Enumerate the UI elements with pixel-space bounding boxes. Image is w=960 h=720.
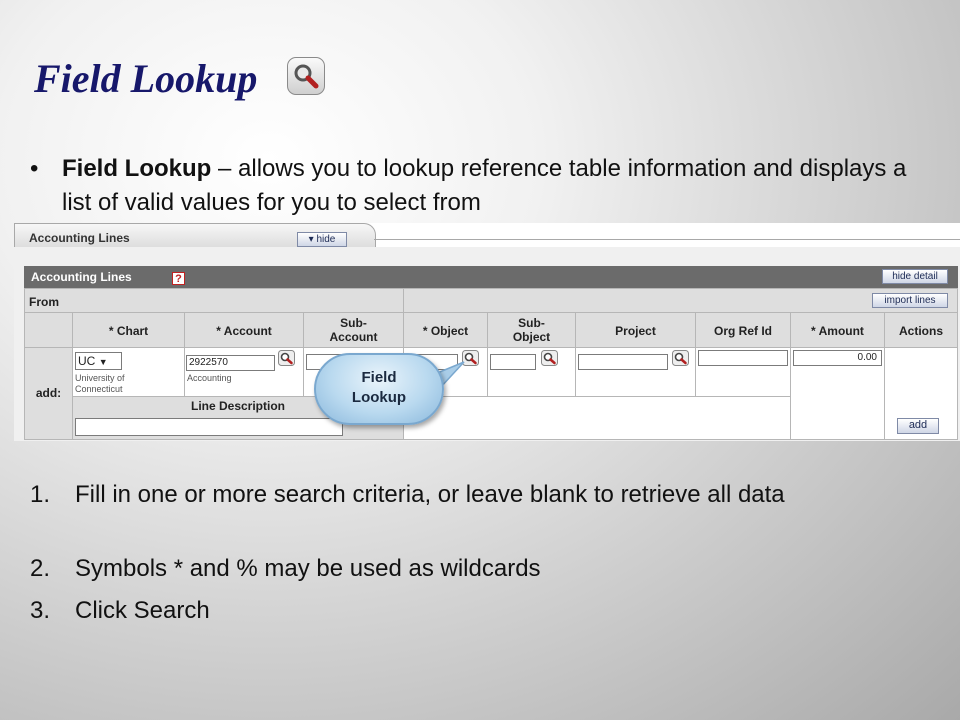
- step-3-number: 3.: [30, 597, 51, 624]
- section-title: Accounting Lines: [31, 270, 132, 284]
- intro-bold: Field Lookup: [62, 155, 212, 182]
- chart-desc-line1: University of: [75, 373, 125, 383]
- header-chart-label: * Chart: [108, 324, 149, 338]
- callout-line2: Lookup: [351, 389, 407, 406]
- header-sub-object-1: Sub-: [518, 316, 545, 330]
- header-sub-object-2: Object: [512, 330, 551, 344]
- callout-line1: Field: [361, 369, 397, 386]
- help-icon[interactable]: ?: [172, 272, 185, 285]
- add-row-label: add:: [35, 386, 62, 400]
- account-input[interactable]: 2922570: [186, 355, 275, 371]
- header-sub-account: Sub- Account: [303, 312, 404, 348]
- header-sub-account-2: Account: [329, 330, 378, 344]
- from-label: From: [29, 295, 59, 309]
- blank-header: [24, 312, 73, 348]
- header-object: * Object: [403, 312, 488, 348]
- section-header-bar: Accounting Lines ? hide detail: [24, 266, 958, 288]
- org-ref-id-input[interactable]: [698, 350, 788, 366]
- sub-object-lookup-icon[interactable]: [541, 350, 558, 366]
- header-sub-object: Sub- Object: [487, 312, 576, 348]
- chart-select-value: UC: [78, 354, 96, 368]
- step-2-text: Symbols * and % may be used as wildcards: [75, 555, 541, 582]
- step-1-number: 1.: [30, 481, 51, 508]
- header-chart: * Chart: [72, 312, 185, 348]
- header-amount-label: * Amount: [811, 324, 864, 338]
- header-org-ref-id: Org Ref Id: [695, 312, 791, 348]
- chart-select[interactable]: UC ▼: [75, 352, 122, 370]
- chart-desc-line2: Connecticut: [75, 384, 123, 394]
- add-row-label-cell: add:: [24, 347, 73, 440]
- project-input[interactable]: [578, 354, 668, 370]
- chevron-down-icon: ▼: [98, 357, 108, 367]
- slide-title: Field Lookup: [34, 56, 258, 101]
- header-account-label: * Account: [216, 324, 272, 338]
- intro-text: Field Lookup – allows you to lookup refe…: [62, 152, 922, 220]
- header-actions-label: Actions: [898, 324, 943, 338]
- tab-title: Accounting Lines: [29, 231, 130, 245]
- header-actions: Actions: [884, 312, 958, 348]
- import-lines-button[interactable]: import lines: [872, 293, 948, 308]
- magnifier-icon: [287, 57, 325, 95]
- add-button[interactable]: add: [897, 418, 939, 434]
- header-account: * Account: [184, 312, 304, 348]
- hide-detail-button[interactable]: hide detail: [882, 269, 948, 284]
- accounting-lines-tab: Accounting Lines ▾ hide: [14, 223, 376, 248]
- step-2-number: 2.: [30, 555, 51, 582]
- header-amount: * Amount: [790, 312, 885, 348]
- header-project: Project: [575, 312, 696, 348]
- tab-divider: [374, 239, 960, 240]
- accounting-lines-screenshot: Accounting Lines ▾ hide Accounting Lines…: [14, 223, 960, 441]
- tab-hide-button[interactable]: ▾ hide: [297, 232, 347, 247]
- header-sub-account-1: Sub-: [340, 316, 367, 330]
- account-description: Accounting: [187, 373, 232, 383]
- line-description-input[interactable]: [75, 418, 343, 436]
- tab-hide-label: hide: [316, 234, 336, 245]
- header-project-label: Project: [615, 324, 656, 338]
- step-3-text: Click Search: [75, 597, 210, 624]
- step-1-text: Fill in one or more search criteria, or …: [75, 481, 785, 508]
- chart-description: University of Connecticut: [75, 373, 125, 395]
- field-lookup-callout: Field Lookup: [314, 353, 444, 425]
- account-lookup-icon[interactable]: [278, 350, 295, 366]
- header-object-label: * Object: [422, 324, 469, 338]
- sub-object-input[interactable]: [490, 354, 536, 370]
- project-lookup-icon[interactable]: [672, 350, 689, 366]
- from-label-cell: From: [24, 288, 404, 313]
- bullet-dot: •: [30, 155, 39, 182]
- amount-input[interactable]: 0.00: [793, 350, 882, 366]
- header-org-ref-id-label: Org Ref Id: [713, 324, 772, 338]
- line-description-filler: [403, 396, 791, 440]
